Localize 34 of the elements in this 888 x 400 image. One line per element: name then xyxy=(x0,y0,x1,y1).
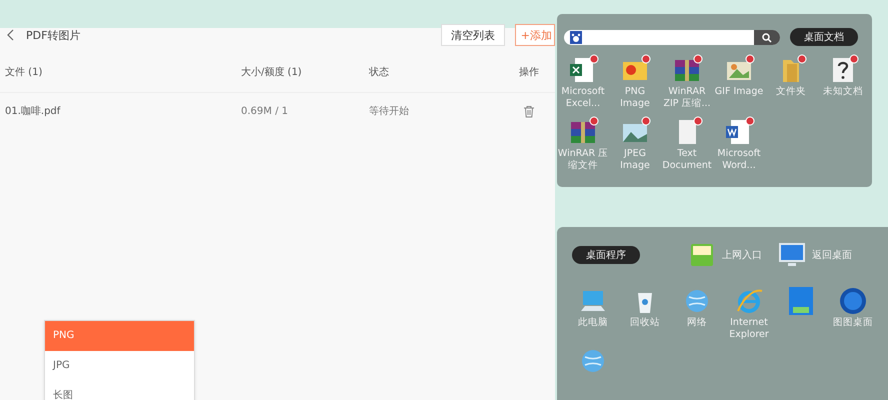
icon-label: 网络 xyxy=(686,317,708,329)
format-option[interactable]: JPG xyxy=(45,351,194,381)
icon-label: 图图桌面 xyxy=(832,317,874,329)
icon-label: Internet Explorer xyxy=(728,317,770,341)
search-field[interactable] xyxy=(564,30,780,44)
icon-label: JPEG Image xyxy=(619,148,651,172)
icon-label: Text Document xyxy=(661,148,713,172)
icon-label: WinRAR ZIP 压缩... xyxy=(662,86,712,110)
status-cell-text: 等待开始 xyxy=(369,104,410,118)
desktop-programs-button[interactable]: 桌面程序 xyxy=(572,246,640,264)
search-icon[interactable] xyxy=(754,30,780,44)
back-icon[interactable] xyxy=(6,29,16,41)
desktop-documents-button[interactable]: 桌面文档 xyxy=(790,28,858,46)
icon-label: PNG Image xyxy=(619,86,651,110)
format-option[interactable]: 长图 xyxy=(45,381,194,400)
icon-label: Microsoft Excel... xyxy=(560,86,606,110)
icon-label: 未知文档 xyxy=(822,86,864,98)
column-header: 状态 xyxy=(369,66,390,79)
icon-label: Microsoft Word... xyxy=(716,148,762,172)
icon-label: 回收站 xyxy=(629,317,661,329)
icon-label: WinRAR 压缩文件 xyxy=(557,148,609,172)
column-header: 大小/额度 (1) xyxy=(241,66,303,79)
app-icon[interactable] xyxy=(837,285,869,317)
icon-label: GIF Image xyxy=(714,86,764,98)
icon-label: 此电脑 xyxy=(577,317,609,329)
trash-icon[interactable] xyxy=(523,104,535,118)
icon-label: 文件夹 xyxy=(775,86,807,98)
column-header: 操作 xyxy=(519,66,540,79)
page-title: PDF转图片 xyxy=(26,28,82,42)
clear-list-button[interactable]: 清空列表 xyxy=(440,24,505,46)
column-header: 文件 (1) xyxy=(5,66,44,79)
add-button[interactable]: +添加 xyxy=(514,24,555,46)
file-name-cell-text: 01.咖啡.pdf xyxy=(5,104,62,118)
size-cell-text: 0.69M / 1 xyxy=(241,106,289,116)
